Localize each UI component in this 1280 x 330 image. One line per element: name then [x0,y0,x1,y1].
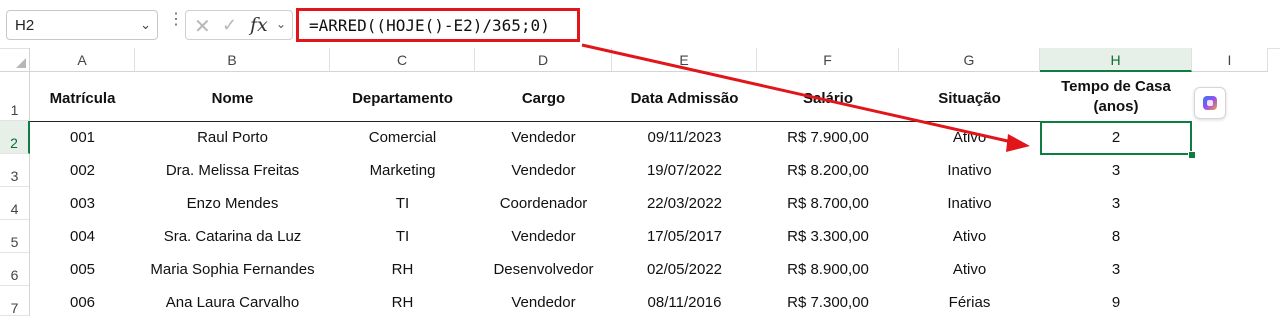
cell-a5[interactable]: 004 [30,220,135,253]
cell-h7[interactable]: 9 [1040,286,1192,319]
fill-handle[interactable] [1188,151,1196,159]
cell-a6[interactable]: 005 [30,253,135,286]
cell-c6[interactable]: RH [330,253,475,286]
chevron-down-icon[interactable]: ⌄ [140,17,151,33]
header-salario[interactable]: Salário [757,76,899,120]
row-header-7[interactable]: 7 [0,286,30,316]
cell-e3[interactable]: 19/07/2022 [612,154,757,187]
copilot-icon[interactable] [1194,87,1226,119]
cell-d2[interactable]: Vendedor [475,121,612,154]
column-header-g[interactable]: G [899,48,1040,72]
cell-h6[interactable]: 3 [1040,253,1192,286]
header-matricula[interactable]: Matrícula [30,76,135,120]
chevron-down-icon[interactable]: ⌄ [276,17,286,31]
cell-b3[interactable]: Dra. Melissa Freitas [135,154,330,187]
cell-e7[interactable]: 08/11/2016 [612,286,757,319]
cell-h5[interactable]: 8 [1040,220,1192,253]
cell-f3[interactable]: R$ 8.200,00 [757,154,899,187]
cell-e6[interactable]: 02/05/2022 [612,253,757,286]
cell-b4[interactable]: Enzo Mendes [135,187,330,220]
cell-g5[interactable]: Ativo [899,220,1040,253]
cell-a7[interactable]: 006 [30,286,135,319]
cell-c2[interactable]: Comercial [330,121,475,154]
column-header-c[interactable]: C [330,48,475,72]
header-tempo-line2: (anos) [1093,98,1139,115]
cell-b7[interactable]: Ana Laura Carvalho [135,286,330,319]
row-header-2[interactable]: 2 [0,121,30,154]
select-all-corner[interactable] [0,48,30,72]
cell-e4[interactable]: 22/03/2022 [612,187,757,220]
cell-h3[interactable]: 3 [1040,154,1192,187]
cell-b6[interactable]: Maria Sophia Fernandes [135,253,330,286]
row-header-4[interactable]: 4 [0,187,30,220]
cell-c3[interactable]: Marketing [330,154,475,187]
cancel-x-icon[interactable]: ✕ [194,14,211,39]
cell-f6[interactable]: R$ 8.900,00 [757,253,899,286]
formula-text: =ARRED((HOJE()-E2)/365;0) [309,16,550,35]
cell-a3[interactable]: 002 [30,154,135,187]
column-header-a[interactable]: A [30,48,135,72]
cell-d7[interactable]: Vendedor [475,286,612,319]
header-departamento[interactable]: Departamento [330,76,475,120]
cell-c7[interactable]: RH [330,286,475,319]
row-header-1[interactable]: 1 [0,72,30,121]
cell-d6[interactable]: Desenvolvedor [475,253,612,286]
column-header-d[interactable]: D [475,48,612,72]
formula-bar[interactable]: =ARRED((HOJE()-E2)/365;0) [296,8,580,42]
cell-f7[interactable]: R$ 7.300,00 [757,286,899,319]
formula-controls: ✕ ✓ fx ⌄ [185,10,293,40]
header-cargo[interactable]: Cargo [475,76,612,120]
enter-check-icon[interactable]: ✓ [222,15,237,36]
cell-g2[interactable]: Ativo [899,121,1040,154]
cell-f5[interactable]: R$ 3.300,00 [757,220,899,253]
cell-d4[interactable]: Coordenador [475,187,612,220]
cell-d5[interactable]: Vendedor [475,220,612,253]
cell-b2[interactable]: Raul Porto [135,121,330,154]
column-header-b[interactable]: B [135,48,330,72]
cell-g6[interactable]: Ativo [899,253,1040,286]
header-tempo-line1: Tempo de Casa [1061,78,1171,95]
cell-g4[interactable]: Inativo [899,187,1040,220]
column-header-f[interactable]: F [757,48,899,72]
active-cell-outline [1040,121,1192,155]
cell-d3[interactable]: Vendedor [475,154,612,187]
cell-e2[interactable]: 09/11/2023 [612,121,757,154]
column-header-h[interactable]: H [1040,48,1192,72]
row-header-5[interactable]: 5 [0,220,30,253]
cell-e5[interactable]: 17/05/2017 [612,220,757,253]
formula-toolbar: H2 ⌄ ⋮ ✕ ✓ fx ⌄ =ARRED((HOJE()-E2)/365;0… [0,0,1280,49]
header-tempo-de-casa[interactable]: Tempo de Casa (anos) [1040,74,1192,120]
insert-function-icon[interactable]: fx [250,14,268,36]
more-options-icon[interactable]: ⋮ [168,12,184,28]
header-nome[interactable]: Nome [135,76,330,120]
cell-c5[interactable]: TI [330,220,475,253]
column-header-e[interactable]: E [612,48,757,72]
header-situacao[interactable]: Situação [899,76,1040,120]
cell-f2[interactable]: R$ 7.900,00 [757,121,899,154]
row-header-6[interactable]: 6 [0,253,30,286]
cell-a4[interactable]: 003 [30,187,135,220]
name-box-value: H2 [15,17,35,34]
column-header-i[interactable]: I [1192,48,1268,72]
cell-g3[interactable]: Inativo [899,154,1040,187]
cell-h4[interactable]: 3 [1040,187,1192,220]
header-data-admissao[interactable]: Data Admissão [612,76,757,120]
cell-f4[interactable]: R$ 8.700,00 [757,187,899,220]
cell-c4[interactable]: TI [330,187,475,220]
cell-a2[interactable]: 001 [30,121,135,154]
cell-b5[interactable]: Sra. Catarina da Luz [135,220,330,253]
row-header-3[interactable]: 3 [0,154,30,187]
name-box[interactable]: H2 ⌄ [6,10,158,40]
cell-g7[interactable]: Férias [899,286,1040,319]
